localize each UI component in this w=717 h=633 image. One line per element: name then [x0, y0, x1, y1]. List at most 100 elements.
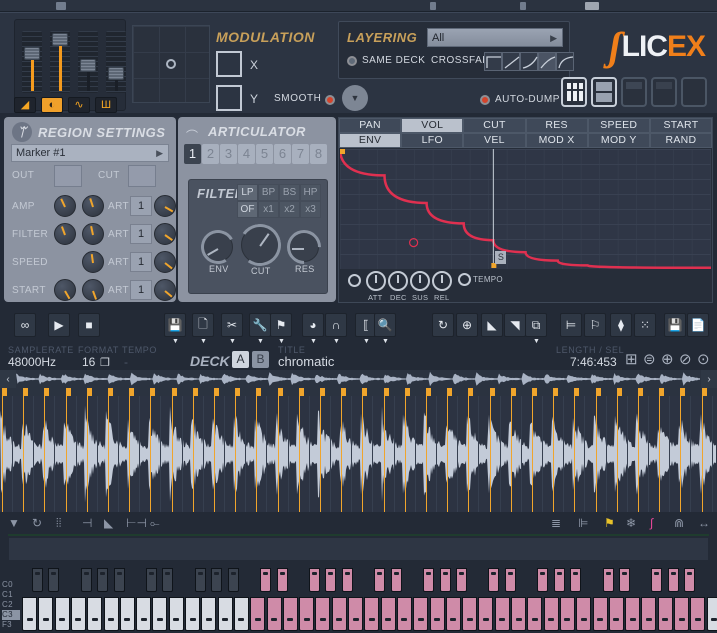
articulator-tab-2[interactable]: 2	[202, 144, 219, 164]
view-keyboard-icon[interactable]	[561, 77, 587, 107]
scissors-icon[interactable]: ✂	[221, 313, 243, 337]
slice-marker-line[interactable]	[511, 396, 512, 512]
piano-black-key[interactable]	[342, 568, 353, 592]
modulation-slider-3-handle[interactable]	[80, 59, 96, 72]
piano-white-key[interactable]	[641, 597, 656, 631]
modulation-slider-4-track[interactable]	[106, 31, 126, 93]
piano-black-key[interactable]	[32, 568, 43, 592]
articulator-tab-4[interactable]: 4	[238, 144, 255, 164]
slash-circle-icon[interactable]: ⊘	[679, 350, 692, 368]
piano-black-key[interactable]	[146, 568, 157, 592]
slice-marker-line[interactable]	[384, 396, 385, 512]
region-art-value-start[interactable]: 1	[130, 280, 152, 300]
region-cut-field[interactable]	[128, 165, 156, 187]
envelope-att-knob[interactable]	[366, 271, 386, 291]
env-type-tab-rand[interactable]: RAND	[650, 133, 712, 148]
ramp-icon[interactable]: ◢	[14, 97, 36, 113]
piano-white-key[interactable]	[495, 597, 510, 631]
piano-black-key[interactable]	[488, 568, 499, 592]
piano-white-key[interactable]	[413, 597, 428, 631]
piano-black-key[interactable]	[423, 568, 434, 592]
piano-black-key[interactable]	[684, 568, 695, 592]
piano-black-key[interactable]	[619, 568, 630, 592]
piano-black-key[interactable]	[440, 568, 451, 592]
piano-white-key[interactable]	[707, 597, 717, 631]
piano-white-key[interactable]	[201, 597, 216, 631]
piano-white-key[interactable]	[658, 597, 673, 631]
minus-circle-icon[interactable]: ⊜	[643, 350, 656, 368]
piano-white-key[interactable]	[430, 597, 445, 631]
slice-marker-line[interactable]	[702, 396, 703, 512]
view-split-icon[interactable]	[591, 77, 617, 107]
dropdown-caret-icon[interactable]: ▼	[310, 338, 317, 345]
piano-white-key[interactable]	[560, 597, 575, 631]
slice-marker-line[interactable]	[320, 396, 321, 512]
piano-black-key[interactable]	[391, 568, 402, 592]
articulator-tab-5[interactable]: 5	[256, 144, 273, 164]
env-target-tab-cut[interactable]: CUT	[463, 118, 525, 133]
dropdown-caret-icon[interactable]: ▼	[278, 338, 285, 345]
piano-white-key[interactable]	[527, 597, 542, 631]
fadein-icon[interactable]: ◣	[481, 313, 503, 337]
piano-white-key[interactable]	[511, 597, 526, 631]
zoom-icon[interactable]: 🔍	[374, 313, 396, 337]
waveform-icon[interactable]: ◐	[41, 97, 63, 113]
region-art-value-speed[interactable]: 1	[130, 252, 152, 272]
wrench-icon[interactable]: 🔧	[249, 313, 271, 337]
dropdown-caret-icon[interactable]: ▼	[229, 338, 236, 345]
filter-res-knob[interactable]	[289, 232, 319, 262]
piano-white-key[interactable]	[299, 597, 314, 631]
piano-white-key[interactable]	[120, 597, 135, 631]
magnet-icon[interactable]: ⋒	[674, 516, 684, 530]
tempo-toggle[interactable]	[458, 273, 471, 286]
normalize-icon[interactable]: ⊕	[456, 313, 478, 337]
piano-black-key[interactable]	[651, 568, 662, 592]
env-type-tab-vel[interactable]: VEL	[463, 133, 525, 148]
piano-white-key[interactable]	[478, 597, 493, 631]
waveform-overview[interactable]: ‹ ›	[0, 370, 717, 388]
piano-white-key[interactable]	[462, 597, 477, 631]
slice-marker-line[interactable]	[214, 396, 215, 512]
piano-white-key[interactable]	[38, 597, 53, 631]
piano-white-key[interactable]	[87, 597, 102, 631]
auto-dump-toggle[interactable]: AUTO-DUMP	[480, 94, 560, 105]
region-amp-knob-1[interactable]	[54, 195, 76, 217]
envelope-graph[interactable]: S	[340, 149, 711, 269]
piano-black-key[interactable]	[48, 568, 59, 592]
piano-black-key[interactable]	[114, 568, 125, 592]
slice-marker-line[interactable]	[426, 396, 427, 512]
piano-white-key[interactable]	[218, 597, 233, 631]
loop-icon[interactable]: ∞	[14, 313, 36, 337]
articulator-tab-6[interactable]: 6	[274, 144, 291, 164]
format-clipboard-icon[interactable]: ❐	[100, 356, 110, 369]
comb-icon[interactable]: Ш	[95, 97, 117, 113]
region-marker-select[interactable]: Marker #1 ▶	[11, 144, 169, 162]
crossfade-curve-log[interactable]	[538, 52, 556, 71]
filter-order-x1[interactable]: x1	[258, 201, 279, 218]
region-art-value-amp[interactable]: 1	[130, 196, 152, 216]
crossfade-curve-scurve[interactable]	[556, 52, 574, 71]
filter-order-of[interactable]: OF	[237, 201, 258, 218]
slice-marker-line[interactable]	[341, 396, 342, 512]
snap-both-icon[interactable]: ⊢⊣	[126, 516, 147, 530]
reload-icon[interactable]: ↻	[32, 516, 42, 530]
same-deck-toggle[interactable]: SAME DECK	[347, 55, 425, 66]
region-amp-art-knob[interactable]	[154, 195, 176, 217]
scroll-left-icon[interactable]: ‹	[0, 370, 16, 388]
piano-white-key[interactable]	[446, 597, 461, 631]
env-target-tab-vol[interactable]: VOL	[401, 118, 463, 133]
dropdown-caret-icon[interactable]: ▼	[533, 338, 540, 345]
filter-order-x3[interactable]: x3	[300, 201, 321, 218]
xy-pad-handle[interactable]	[166, 59, 176, 69]
env-target-tab-res[interactable]: RES	[526, 118, 588, 133]
piano-white-key[interactable]	[397, 597, 412, 631]
dropdown-caret-icon[interactable]: ▼	[363, 338, 370, 345]
region-start-knob-1[interactable]	[54, 279, 76, 301]
arrows-icon[interactable]: ↔	[698, 516, 710, 530]
chevron-down-icon[interactable]: ▼	[342, 85, 368, 111]
slice-marker-line[interactable]	[150, 396, 151, 512]
slice-marker-line[interactable]	[235, 396, 236, 512]
piano-white-key[interactable]	[234, 597, 249, 631]
slice-marker-line[interactable]	[553, 396, 554, 512]
filter-mode-lp[interactable]: LP	[237, 184, 258, 201]
